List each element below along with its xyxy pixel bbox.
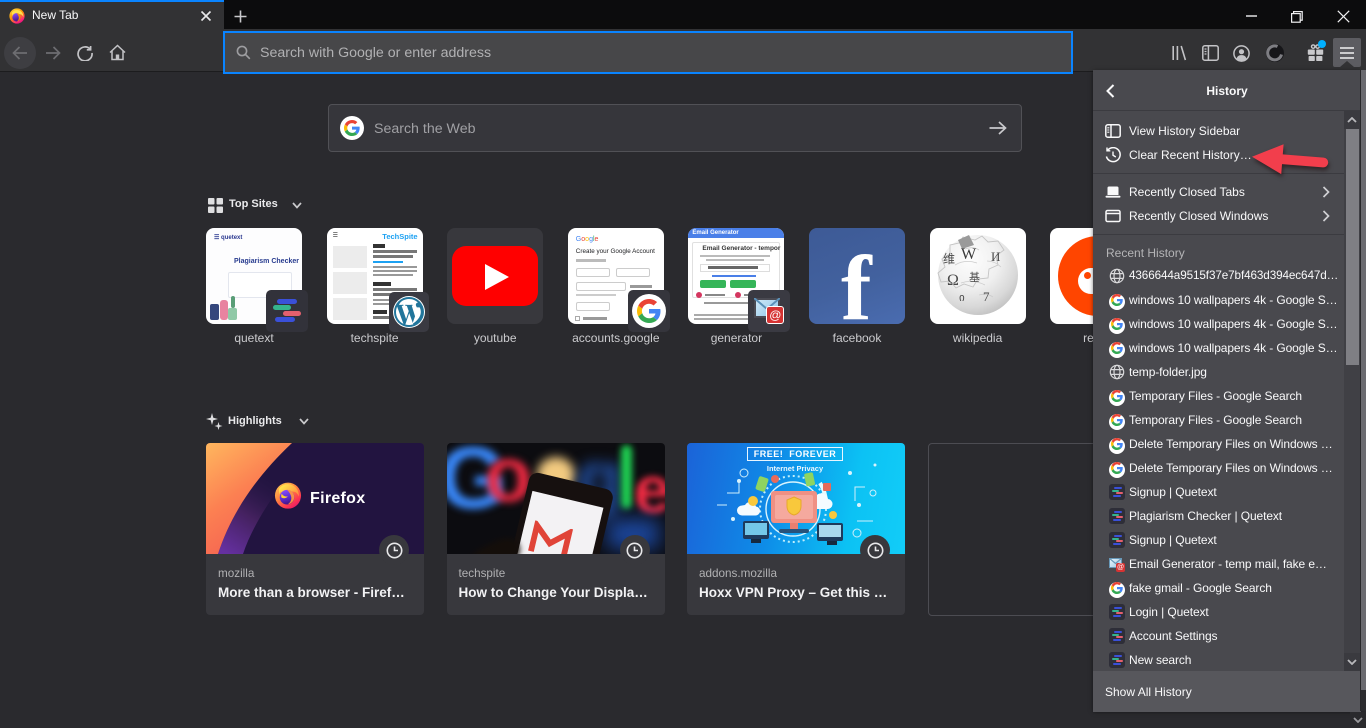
svg-text:Ω: Ω <box>947 272 959 289</box>
svg-text:W: W <box>961 246 977 263</box>
svg-text:ი: ი <box>959 292 965 304</box>
svg-text:И: И <box>991 249 1000 264</box>
svg-text:7: 7 <box>983 289 990 304</box>
svg-text:基: 基 <box>969 271 980 284</box>
svg-text:维: 维 <box>943 252 955 266</box>
